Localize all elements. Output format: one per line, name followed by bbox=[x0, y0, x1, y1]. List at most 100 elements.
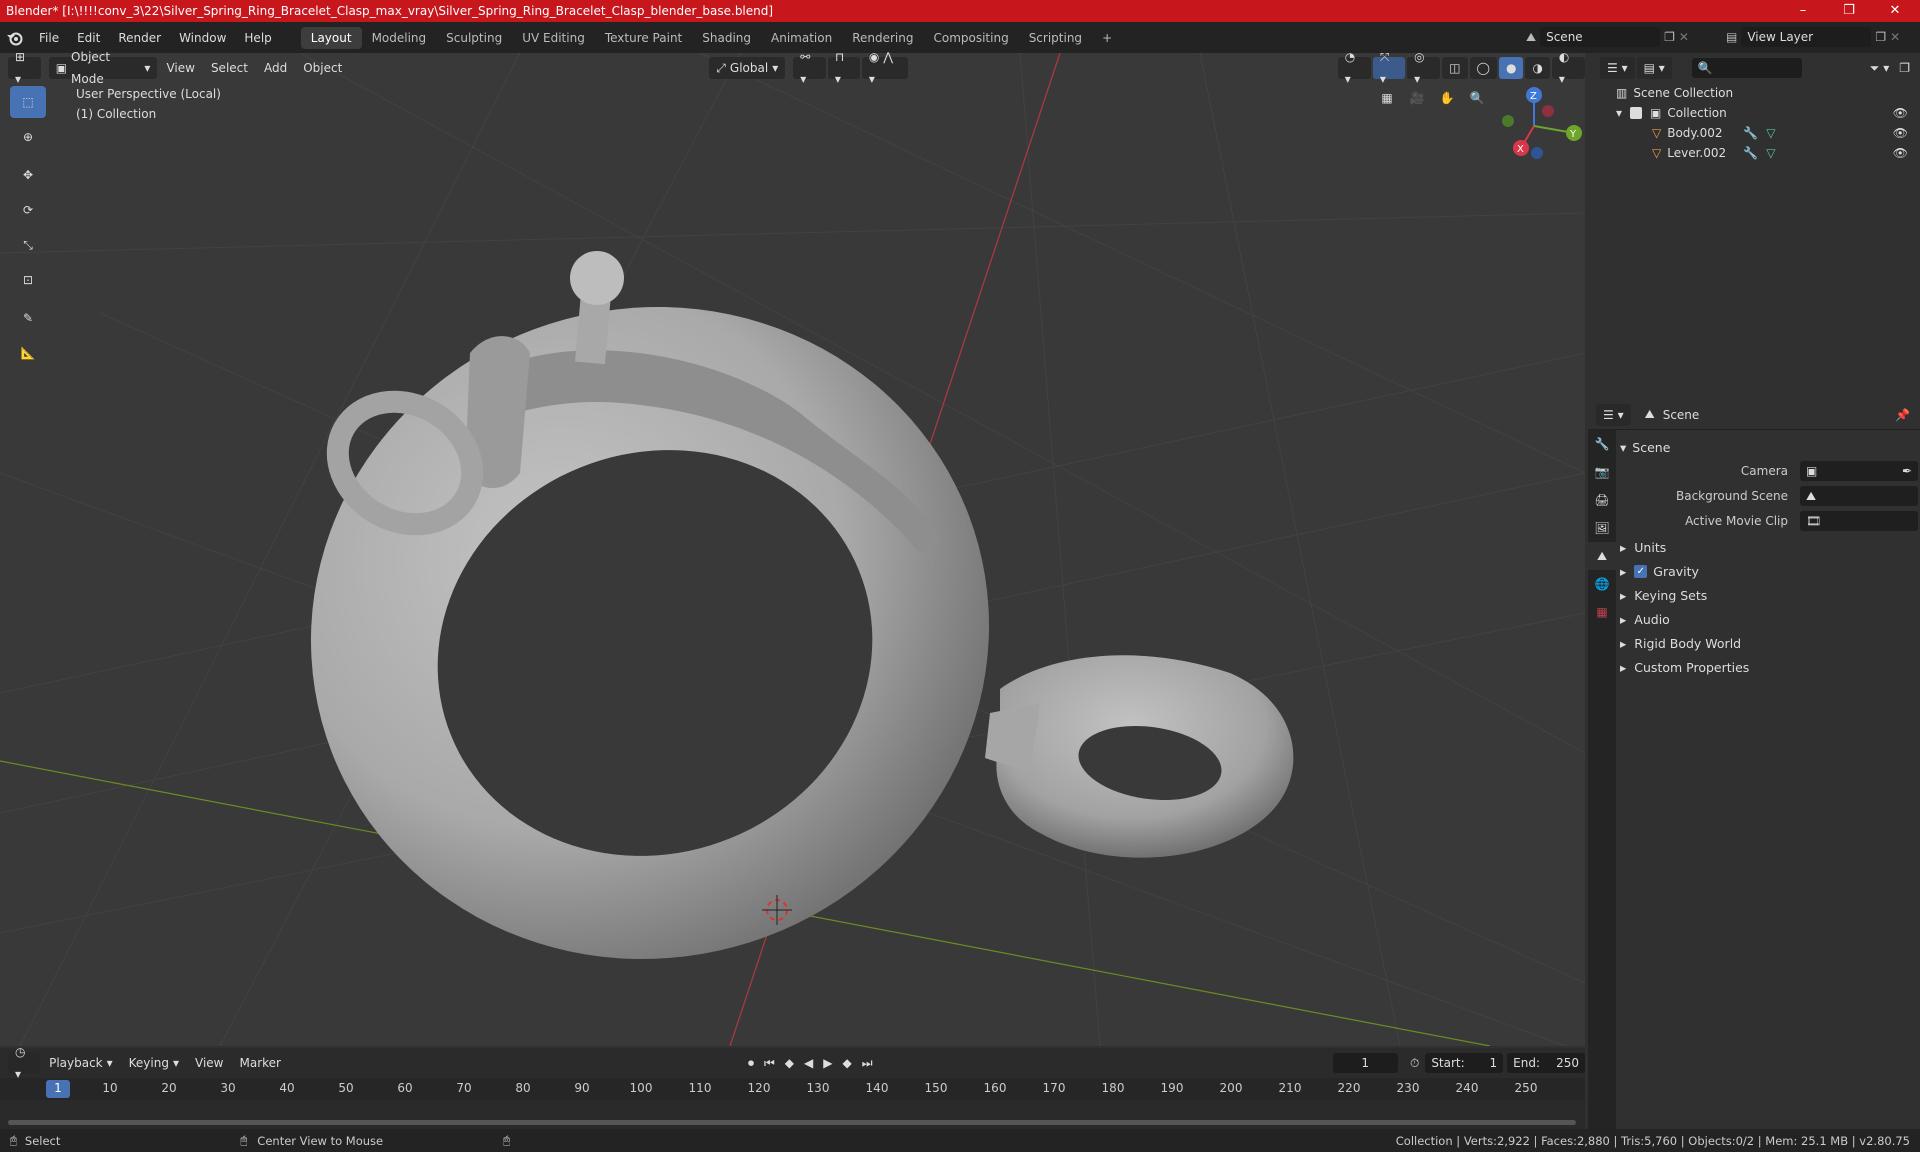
background-scene-field[interactable]: ⛰ bbox=[1800, 486, 1918, 506]
rotate-icon[interactable]: ⟳ bbox=[10, 194, 46, 226]
eye-icon[interactable]: 👁 bbox=[1893, 146, 1908, 160]
output-tab-icon[interactable]: 🖨 bbox=[1588, 486, 1616, 514]
tab-compositing[interactable]: Compositing bbox=[923, 27, 1018, 49]
audio-section[interactable]: ▸ Audio bbox=[1620, 608, 1918, 630]
move-icon[interactable]: ✥ bbox=[10, 159, 46, 191]
tab-texture-paint[interactable]: Texture Paint bbox=[595, 27, 692, 49]
filter-icon[interactable]: ⏷ ▾ bbox=[1870, 61, 1889, 76]
custom-properties-section[interactable]: ▸ Custom Properties bbox=[1620, 656, 1918, 678]
jump-end-icon[interactable]: ⏭ bbox=[862, 1056, 873, 1071]
timeline-menu-playback[interactable]: Playback ▾ bbox=[42, 1052, 120, 1074]
shading-material-icon[interactable]: ◑ bbox=[1525, 57, 1550, 79]
timeline-menu-keying[interactable]: Keying ▾ bbox=[122, 1052, 186, 1074]
gizmo-toggle-icon[interactable]: ⤧ ▾ bbox=[1372, 50, 1406, 86]
keying-sets-section[interactable]: ▸ Keying Sets bbox=[1620, 584, 1918, 606]
minimize-button[interactable]: – bbox=[1780, 0, 1826, 22]
new-collection-icon[interactable]: ❐ bbox=[1899, 61, 1910, 76]
camera-field[interactable]: ▣ ✒ bbox=[1800, 461, 1918, 481]
delete-scene-icon[interactable]: ✕ bbox=[1679, 30, 1689, 44]
new-scene-icon[interactable]: ❐ bbox=[1664, 30, 1675, 44]
mesh-data-icon[interactable]: ▽ bbox=[1766, 146, 1775, 160]
outliner-editor-type-icon[interactable]: ☰ ▾ bbox=[1600, 57, 1635, 79]
cursor-icon[interactable]: ⊕ bbox=[10, 121, 46, 153]
tab-layout[interactable]: Layout bbox=[300, 26, 362, 49]
play-icon[interactable]: ▶ bbox=[823, 1056, 832, 1071]
start-frame-field[interactable]: Start: 1 bbox=[1425, 1053, 1504, 1073]
overlay-toggle-icon[interactable]: ◎ ▾ bbox=[1407, 50, 1441, 86]
eye-icon[interactable]: 👁 bbox=[1893, 126, 1908, 140]
view-layer-field[interactable]: View Layer bbox=[1741, 27, 1872, 47]
maximize-button[interactable]: ❐ bbox=[1826, 0, 1872, 22]
shading-wireframe-icon[interactable]: ◯ bbox=[1469, 57, 1497, 79]
world-tab-icon[interactable]: 🌐 bbox=[1588, 570, 1616, 598]
prev-keyframe-icon[interactable]: ◆ bbox=[785, 1056, 794, 1071]
viewport-menu-object[interactable]: Object bbox=[296, 57, 349, 79]
blender-logo-icon[interactable] bbox=[0, 30, 30, 46]
timeline-scrollbar[interactable] bbox=[8, 1120, 1576, 1125]
current-frame-field[interactable]: 1 bbox=[1332, 1053, 1398, 1073]
gravity-checkbox[interactable]: ✓ bbox=[1634, 564, 1648, 578]
editor-type-icon[interactable]: ⊞ ▾ bbox=[8, 50, 41, 86]
properties-editor-type-icon[interactable]: ☰ ▾ bbox=[1596, 403, 1631, 426]
select-box-icon[interactable]: ⬚ bbox=[10, 86, 46, 118]
rigid-body-world-section[interactable]: ▸ Rigid Body World bbox=[1620, 632, 1918, 654]
jump-start-icon[interactable]: ⏮ bbox=[764, 1056, 775, 1071]
timeline-ruler[interactable]: 1 10 20 30 40 50 60 70 80 90 100 110 120 130 140 150 160… bbox=[0, 1078, 1585, 1100]
timeline-editor-type-icon[interactable]: ◷ ▾ bbox=[8, 1045, 41, 1081]
scene-icon[interactable]: ⛰ bbox=[1526, 30, 1536, 45]
eyedropper-icon[interactable]: ✒ bbox=[1902, 464, 1912, 478]
toggle-camera-grid-icon[interactable]: ▦ bbox=[1374, 85, 1400, 111]
tab-uv-editing[interactable]: UV Editing bbox=[512, 27, 595, 49]
end-frame-field[interactable]: End: 250 bbox=[1507, 1053, 1585, 1073]
proportional-edit-icon[interactable]: ◉ ⋀ ▾ bbox=[861, 50, 908, 86]
measure-icon[interactable]: 📐 bbox=[10, 337, 46, 369]
menu-file[interactable]: File bbox=[30, 27, 68, 49]
scene-panel-header[interactable]: ▾ Scene bbox=[1620, 436, 1918, 458]
scene-field[interactable]: Scene bbox=[1540, 27, 1661, 47]
modifier-wrench-icon[interactable]: 🔧 bbox=[1743, 126, 1758, 140]
tool-tab-icon[interactable]: 🔧 bbox=[1588, 430, 1616, 458]
viewport-menu-add[interactable]: Add bbox=[257, 57, 294, 79]
next-keyframe-icon[interactable]: ◆ bbox=[843, 1056, 852, 1071]
orientation-dropdown[interactable]: ⤢ Global ▾ bbox=[709, 57, 786, 79]
modifier-wrench-icon[interactable]: 🔧 bbox=[1743, 146, 1758, 160]
new-view-layer-icon[interactable]: ❐ bbox=[1875, 30, 1886, 44]
mode-dropdown[interactable]: ▣ Object Mode ▾ bbox=[48, 50, 158, 86]
axis-orientation-gizmo[interactable]: Z Y X bbox=[1484, 83, 1684, 163]
display-mode-icon[interactable]: ▤ ▾ bbox=[1636, 57, 1672, 79]
units-section[interactable]: ▸ Units bbox=[1620, 536, 1918, 558]
visibility-icon[interactable]: ◔ ▾ bbox=[1337, 50, 1371, 86]
render-tab-icon[interactable]: 📷 bbox=[1588, 458, 1616, 486]
scene-tab-icon[interactable]: ⛰ bbox=[1588, 542, 1616, 570]
close-button[interactable]: ✕ bbox=[1872, 0, 1918, 22]
view-layer-icon[interactable]: ▤ bbox=[1726, 30, 1737, 44]
outliner-search-input[interactable]: 🔍 bbox=[1691, 58, 1802, 78]
annotate-icon[interactable]: ✎ bbox=[10, 302, 46, 334]
add-workspace-icon[interactable]: + bbox=[1092, 27, 1122, 49]
timeline-menu-view[interactable]: View bbox=[188, 1052, 230, 1074]
scale-icon[interactable]: ⤡ bbox=[10, 229, 46, 261]
viewport-3d[interactable] bbox=[0, 53, 1585, 1046]
gravity-section[interactable]: ▸ ✓ Gravity bbox=[1620, 560, 1918, 582]
tab-modeling[interactable]: Modeling bbox=[362, 27, 437, 49]
snap-icon[interactable]: ⊓ ▾ bbox=[827, 50, 860, 86]
tab-scripting[interactable]: Scripting bbox=[1019, 27, 1092, 49]
eye-icon[interactable]: 👁 bbox=[1893, 106, 1908, 120]
texture-tab-icon[interactable]: ▦ bbox=[1588, 598, 1616, 626]
play-reverse-icon[interactable]: ◀ bbox=[804, 1056, 813, 1071]
delete-view-layer-icon[interactable]: ✕ bbox=[1890, 30, 1900, 44]
camera-view-icon[interactable]: 🎥 bbox=[1404, 85, 1430, 111]
tab-shading[interactable]: Shading bbox=[692, 27, 761, 49]
movie-clip-field[interactable]: 🎞 bbox=[1800, 511, 1918, 531]
mesh-data-icon[interactable]: ▽ bbox=[1766, 126, 1775, 140]
shading-rendered-icon[interactable]: ◐ ▾ bbox=[1551, 50, 1585, 86]
pivot-icon[interactable]: ⚯ ▾ bbox=[793, 50, 826, 86]
pin-icon[interactable]: 📌 bbox=[1895, 408, 1910, 422]
record-icon[interactable]: ⏺ bbox=[748, 1056, 754, 1071]
viewport-menu-view[interactable]: View bbox=[159, 57, 201, 79]
shading-solid-icon[interactable]: ● bbox=[1498, 57, 1524, 79]
viewport-menu-select[interactable]: Select bbox=[204, 57, 255, 79]
pan-hand-icon[interactable]: ✋ bbox=[1434, 85, 1460, 111]
xray-icon[interactable]: ◫ bbox=[1442, 57, 1468, 79]
menu-window[interactable]: Window bbox=[170, 27, 235, 49]
